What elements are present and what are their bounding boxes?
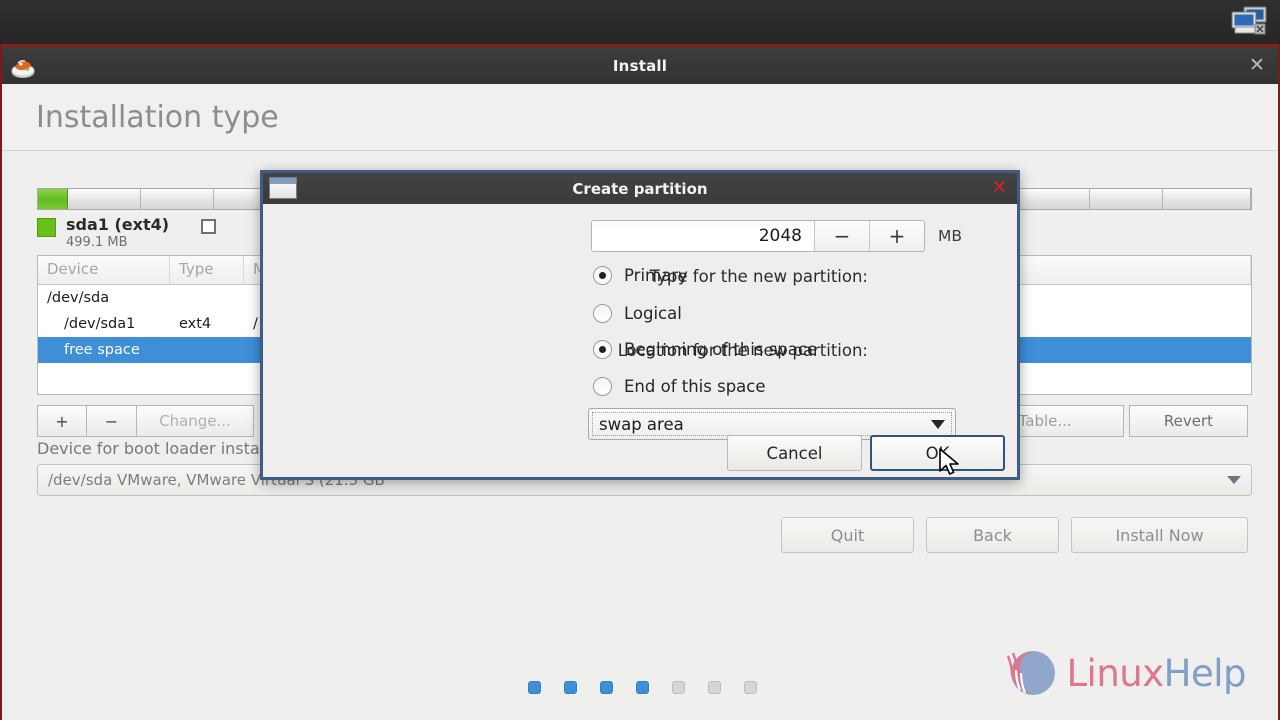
- size-unit-label: MB: [938, 227, 963, 245]
- size-increment-button[interactable]: +: [869, 221, 924, 251]
- quit-button[interactable]: Quit: [781, 517, 914, 553]
- install-now-button[interactable]: Install Now: [1071, 517, 1248, 553]
- chevron-down-icon: [931, 419, 945, 429]
- revert-button[interactable]: Revert: [1129, 405, 1248, 437]
- dialog-body: Size: 2048 − + MB Type for the new parti…: [263, 204, 1017, 479]
- dialog-window-icon: [269, 177, 297, 199]
- installer-icon: [10, 53, 36, 79]
- dialog-button-bar: Cancel OK: [727, 435, 1005, 471]
- radio-end-of-space-label: End of this space: [624, 377, 766, 396]
- cell-type: ext4: [179, 316, 212, 332]
- legend-partition-size: 499.1 MB: [66, 235, 128, 250]
- legend-color-swatch: [37, 218, 56, 237]
- window-title: Install: [612, 56, 668, 75]
- location-option-end[interactable]: End of this space: [593, 377, 766, 396]
- radio-primary-label: Primary: [624, 266, 688, 285]
- radio-beginning-of-space-label: Beginning of this space: [624, 340, 818, 359]
- radio-logical[interactable]: [593, 304, 612, 323]
- type-option-logical[interactable]: Logical: [593, 304, 682, 323]
- size-input[interactable]: 2048: [592, 221, 814, 251]
- desktop-top-panel: [0, 0, 1280, 44]
- progress-dots: [2, 681, 1280, 694]
- radio-primary[interactable]: [593, 266, 612, 285]
- page-title: Installation type: [36, 99, 279, 135]
- partition-toolbar: + − Change...: [37, 405, 254, 437]
- screen: Install ✕ Installation type sda1 (ext4) …: [0, 0, 1280, 720]
- navigation-buttons: Quit Back Install Now: [781, 517, 1248, 553]
- size-decrement-button[interactable]: −: [814, 221, 869, 251]
- chevron-down-icon: [1227, 476, 1241, 484]
- add-partition-button[interactable]: +: [37, 405, 87, 437]
- progress-dot: [743, 681, 757, 694]
- cell-device: /dev/sda: [47, 290, 110, 306]
- size-field-row: 2048 − + MB: [591, 220, 962, 252]
- progress-dot: [707, 681, 721, 694]
- page-header: Installation type: [2, 84, 1278, 151]
- legend-checkbox[interactable]: [201, 219, 217, 234]
- progress-dot: [671, 681, 685, 694]
- back-button[interactable]: Back: [926, 517, 1059, 553]
- partition-legend: sda1 (ext4) 499.1 MB: [37, 215, 217, 250]
- remove-partition-button[interactable]: −: [87, 405, 137, 437]
- cell-device: /dev/sda1: [64, 316, 136, 332]
- dialog-title: Create partition: [572, 179, 708, 198]
- radio-end-of-space[interactable]: [593, 377, 612, 396]
- window-close-icon[interactable]: ✕: [1246, 55, 1268, 77]
- progress-dot: [563, 681, 577, 694]
- ok-button[interactable]: OK: [870, 435, 1005, 471]
- create-partition-dialog: Create partition ✕ Size: 2048 − + MB Typ…: [260, 170, 1020, 480]
- dialog-titlebar: Create partition ✕: [263, 173, 1017, 204]
- legend-partition-name: sda1 (ext4): [66, 215, 170, 234]
- progress-dot: [527, 681, 541, 694]
- dialog-close-icon[interactable]: ✕: [992, 178, 1007, 198]
- progress-dot: [635, 681, 649, 694]
- cell-device: free space: [64, 342, 140, 358]
- change-partition-button[interactable]: Change...: [137, 405, 254, 437]
- type-option-primary[interactable]: Primary: [593, 266, 688, 285]
- radio-logical-label: Logical: [624, 304, 682, 323]
- radio-beginning-of-space[interactable]: [593, 340, 612, 359]
- location-option-beginning[interactable]: Beginning of this space: [593, 340, 817, 359]
- tray-network-displays-icon[interactable]: [1224, 5, 1270, 39]
- cancel-button[interactable]: Cancel: [727, 435, 862, 471]
- use-as-value: swap area: [599, 414, 684, 434]
- column-header-device[interactable]: Device: [38, 256, 170, 284]
- column-header-type[interactable]: Type: [170, 256, 244, 284]
- size-spinner: 2048 − +: [591, 220, 925, 252]
- progress-dot: [599, 681, 613, 694]
- window-titlebar: Install ✕: [2, 47, 1278, 84]
- type-label-wrap: Type for the new partition:: [263, 267, 868, 286]
